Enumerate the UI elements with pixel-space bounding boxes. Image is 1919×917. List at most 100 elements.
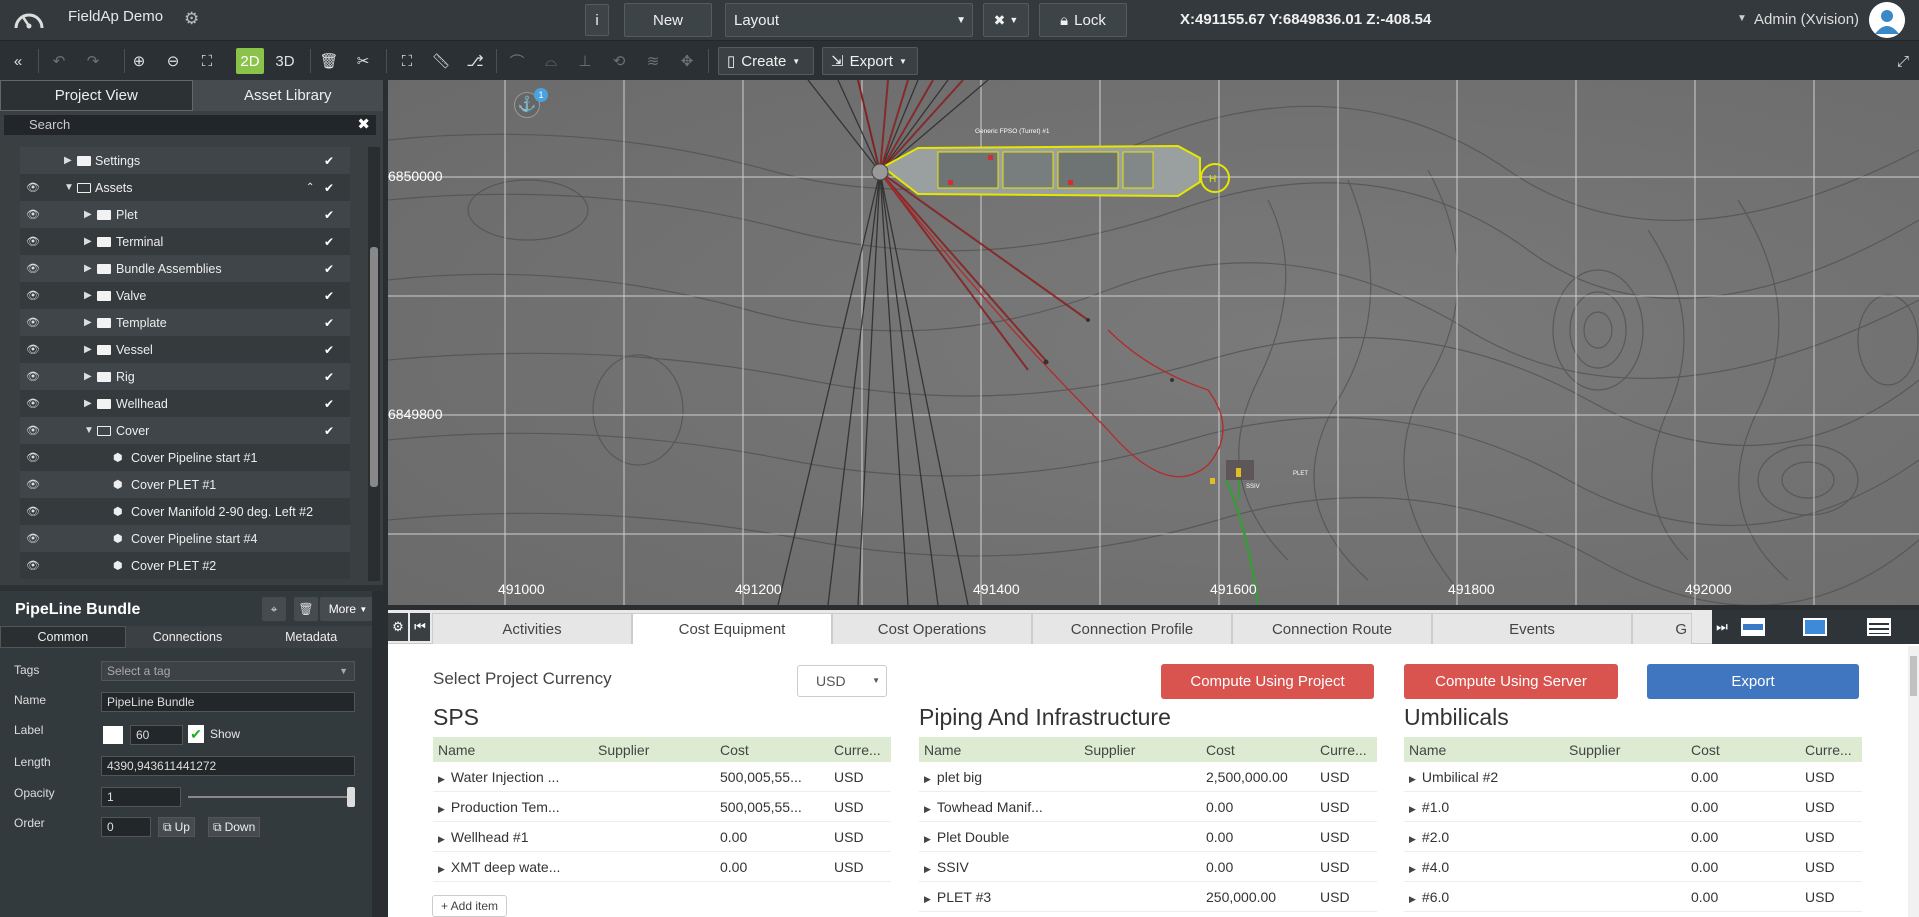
chevron-down-icon[interactable]: ▼ [84,425,94,436]
collapse-panel-icon[interactable]: « [8,48,28,74]
tree-item-rig[interactable]: 👁︎ ▶ Rig ✔ [20,363,350,390]
eye-icon[interactable]: 👁︎ [26,343,40,356]
expand-row-icon[interactable]: ▶ [438,774,445,784]
scrollbar-thumb[interactable] [1910,656,1917,696]
table-row[interactable]: ▶ #4.0 0.00 USD [1404,852,1862,882]
tree-item-cover-pipeline-start-1[interactable]: 👁︎ ⬢ Cover Pipeline start #1 [20,444,350,471]
layout-table-icon[interactable] [1867,618,1891,636]
check-icon[interactable]: ✔ [324,235,334,249]
bend-icon[interactable]: ⌒ [506,48,528,74]
lock-button[interactable]: 🔒︎ Lock [1039,3,1127,37]
eye-icon[interactable]: 👁︎ [26,532,40,545]
column-header[interactable]: Supplier [1079,742,1201,758]
tree-item-valve[interactable]: 👁︎ ▶ Valve ✔ [20,282,350,309]
redo-icon[interactable]: ↷ [82,48,104,74]
export-button[interactable]: Export [1647,664,1859,699]
eye-icon[interactable]: 👁︎ [26,235,40,248]
column-header[interactable]: Name [433,742,593,758]
eye-icon[interactable]: 👁︎ [26,370,40,383]
eye-icon[interactable]: 👁︎ [26,289,40,302]
tree-item-wellhead[interactable]: 👁︎ ▶ Wellhead ✔ [20,390,350,417]
eye-icon[interactable]: 👁︎ [26,316,40,329]
check-icon[interactable]: ✔ [324,262,334,276]
chevron-right-icon[interactable]: ▶ [84,398,92,409]
table-row[interactable]: ▶ #6.0 0.00 USD [1404,882,1862,912]
eye-icon[interactable]: 👁︎ [26,397,40,410]
skip-last-icon[interactable]: ⏭ [1712,613,1732,641]
tab-project-view[interactable]: Project View [0,80,193,111]
chevron-right-icon[interactable]: ▶ [64,155,72,166]
column-header[interactable]: Cost [1201,742,1315,758]
expand-row-icon[interactable]: ▶ [924,894,931,904]
tab-connection-profile[interactable]: Connection Profile [1032,613,1232,644]
chevron-right-icon[interactable]: ▶ [84,236,92,247]
expand-row-icon[interactable]: ▶ [924,834,931,844]
check-icon[interactable]: ✔ [324,154,334,168]
expand-row-icon[interactable]: ▶ [438,864,445,874]
bottom-scrollbar[interactable] [1908,646,1919,917]
chevron-right-icon[interactable]: ▶ [84,344,92,355]
ruler-icon[interactable]: 📏︎ [430,48,452,74]
table-row[interactable]: ▶ Production Tem... 500,005,55... USD [433,792,891,822]
avatar[interactable] [1869,2,1905,38]
label-color-swatch[interactable] [103,726,123,744]
expand-row-icon[interactable]: ▶ [1409,864,1416,874]
chevron-right-icon[interactable]: ▶ [84,290,92,301]
settings-gear-icon[interactable]: ⚙ [388,613,408,641]
tree-item-cover-plet-2[interactable]: 👁︎ ⬢ Cover PLET #2 [20,552,350,579]
expand-row-icon[interactable]: ▶ [438,804,445,814]
rotate-icon[interactable]: ⟲ [608,48,630,74]
export-dropdown[interactable]: ⇲ Export ▼ [822,47,918,75]
skip-first-icon[interactable]: ⏮ [410,613,430,641]
create-dropdown[interactable]: ▯ Create ▼ [718,47,814,75]
check-icon[interactable]: ✔ [324,289,334,303]
tab-overflow[interactable]: G [1632,613,1692,644]
expand-row-icon[interactable]: ▶ [438,834,445,844]
layout-map-icon[interactable] [1803,618,1827,636]
zoom-out-icon[interactable]: ⊖ [162,48,184,74]
currency-select[interactable]: USD ▼ [797,665,887,697]
tab-common[interactable]: Common [0,626,126,648]
check-icon[interactable]: ✔ [324,370,334,384]
fpso-vessel[interactable]: H [871,144,1230,198]
column-header[interactable]: Supplier [593,742,715,758]
tab-connections[interactable]: Connections [125,626,250,648]
chevron-down-icon[interactable]: ▼ [64,182,74,193]
compute-using-project-button[interactable]: Compute Using Project [1161,664,1374,699]
eye-icon[interactable]: 👁︎ [26,262,40,275]
tree-item-vessel[interactable]: 👁︎ ▶ Vessel ✔ [20,336,350,363]
network-icon[interactable]: ⎇ [464,48,486,74]
table-row[interactable]: ▶ Towhead Manif... 0.00 USD [919,792,1377,822]
search-input[interactable]: Search ✖ [4,115,376,135]
tree-item-cover-plet-1[interactable]: 👁︎ ⬢ Cover PLET #1 [20,471,350,498]
table-row[interactable]: ▶ Umbilical #2 0.00 USD [1404,762,1862,792]
column-header[interactable]: Curre... [829,742,891,758]
table-row[interactable]: ▶ #2.0 0.00 USD [1404,822,1862,852]
chevron-right-icon[interactable]: ▶ [84,263,92,274]
eye-icon[interactable]: 👁︎ [26,451,40,464]
check-icon[interactable]: ✔ [324,424,334,438]
column-header[interactable]: Cost [1686,742,1800,758]
zoom-in-icon[interactable]: ⊕ [128,48,150,74]
order-field[interactable]: 0 [101,817,151,837]
tab-connection-route[interactable]: Connection Route [1232,613,1432,644]
eye-icon[interactable]: 👁︎ [26,559,40,572]
layers-icon[interactable]: ≋ [642,48,664,74]
caret-down-icon[interactable]: ▼ [1737,13,1747,24]
select-area-icon[interactable]: ⛶ [396,48,418,74]
tools-dropdown[interactable]: ✖ ▼ [983,3,1029,37]
trash-icon[interactable]: 🗑︎ [294,597,318,621]
layout-split-icon[interactable] [1741,618,1765,636]
eye-icon[interactable]: 👁︎ [26,208,40,221]
length-field[interactable]: 4390,943611441272 [101,756,355,776]
map-canvas[interactable]: H Generic FPSO (Turret) #1 ⚓ 1 6850000 6… [388,80,1919,605]
label-size-field[interactable]: 60 [130,725,183,745]
order-up-button[interactable]: ⧉ Up [158,817,195,837]
tree-item-cover-manifold[interactable]: 👁︎ ⬢ Cover Manifold 2-90 deg. Left #2 [20,498,350,525]
trash-icon[interactable]: 🗑︎ [318,48,340,74]
seabed-contour-map[interactable]: H [388,80,1919,605]
tab-cost-equipment[interactable]: Cost Equipment [632,613,832,644]
order-down-button[interactable]: ⧉ Down [208,817,261,837]
column-header[interactable]: Cost [715,742,829,758]
table-row[interactable]: ▶ #1.0 0.00 USD [1404,792,1862,822]
